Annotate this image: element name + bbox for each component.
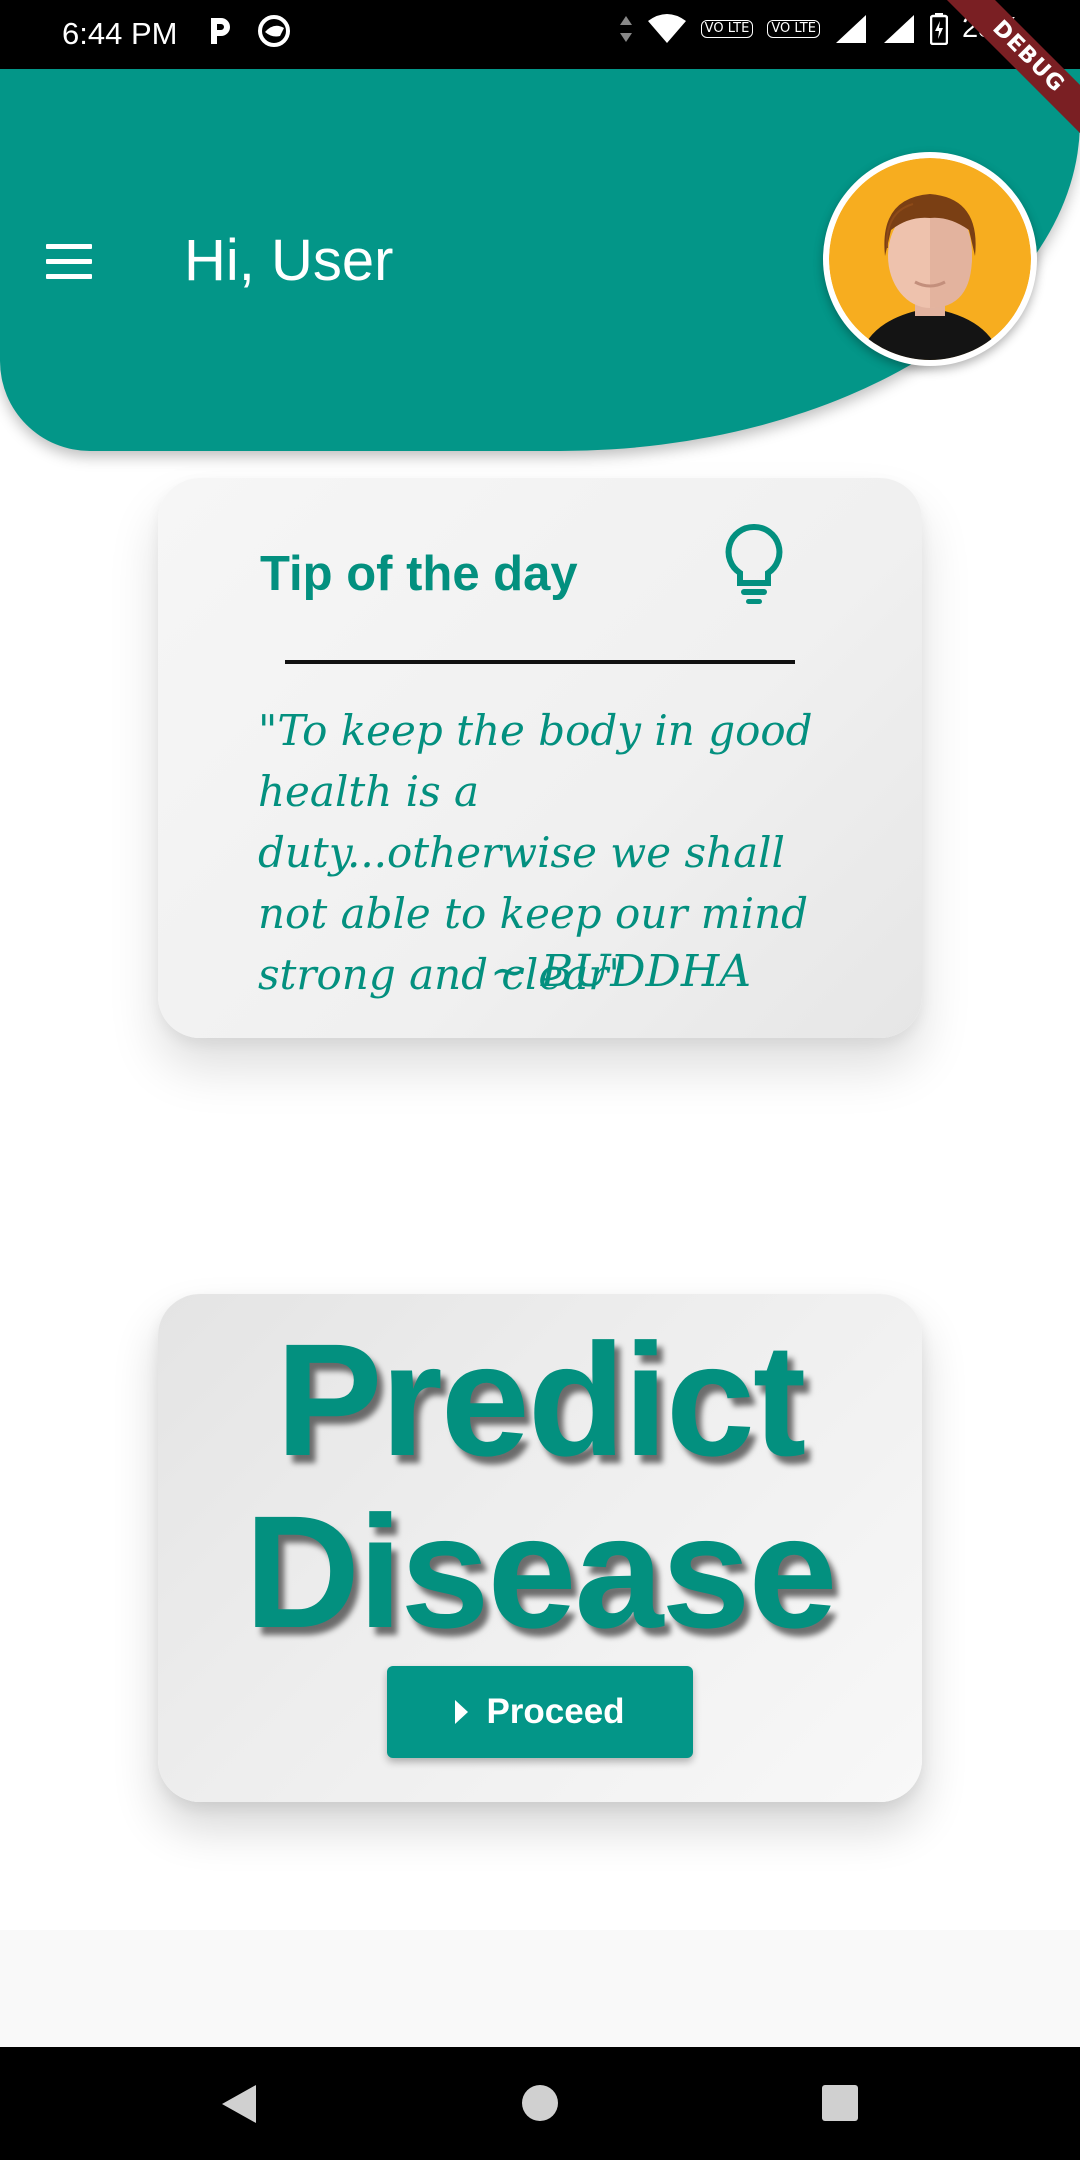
predict-disease-card: Predict Disease Proceed [158, 1294, 922, 1802]
data-arrows-icon [619, 15, 632, 42]
tip-of-the-day-card: Tip of the day "To keep the body in good… [158, 478, 922, 1038]
tip-divider [285, 660, 795, 664]
parking-app-icon [211, 18, 230, 44]
status-bar: 6:44 PM VO LTE VO LTE 25% [0, 0, 1080, 69]
back-triangle-icon[interactable] [220, 2083, 258, 2125]
user-avatar-icon [829, 158, 1031, 360]
signal-icon [883, 14, 914, 43]
volte-badge-1: VO LTE [700, 19, 754, 38]
predict-title-line1: Predict [275, 1310, 806, 1489]
notification-app-icon [258, 15, 290, 47]
wifi-icon [647, 13, 686, 43]
status-time: 6:44 PM [62, 16, 178, 51]
menu-button[interactable] [46, 244, 94, 279]
user-avatar[interactable] [823, 152, 1037, 366]
quote-author: ~ BUDDHA [490, 946, 751, 997]
bottom-strip [0, 1930, 1080, 2047]
lightbulb-icon [725, 523, 783, 604]
predict-title-line2: Disease [244, 1482, 838, 1661]
tip-title: Tip of the day [260, 547, 578, 601]
status-system-icons: VO LTE VO LTE 25% [619, 12, 1020, 45]
home-circle-icon[interactable] [522, 2085, 558, 2121]
proceed-label: Proceed [486, 1692, 625, 1731]
signal-icon [835, 14, 866, 43]
status-notification-icons [205, 14, 291, 48]
play-arrow-icon [455, 1700, 469, 1724]
volte-badge-2: VO LTE [767, 19, 820, 38]
hamburger-menu-icon [46, 244, 92, 249]
greeting-title: Hi, User [184, 228, 394, 293]
proceed-button[interactable]: Proceed [387, 1666, 693, 1758]
recents-square-icon[interactable] [822, 2085, 858, 2121]
battery-charging-icon [929, 12, 948, 45]
system-navigation-bar [0, 2047, 1080, 2160]
